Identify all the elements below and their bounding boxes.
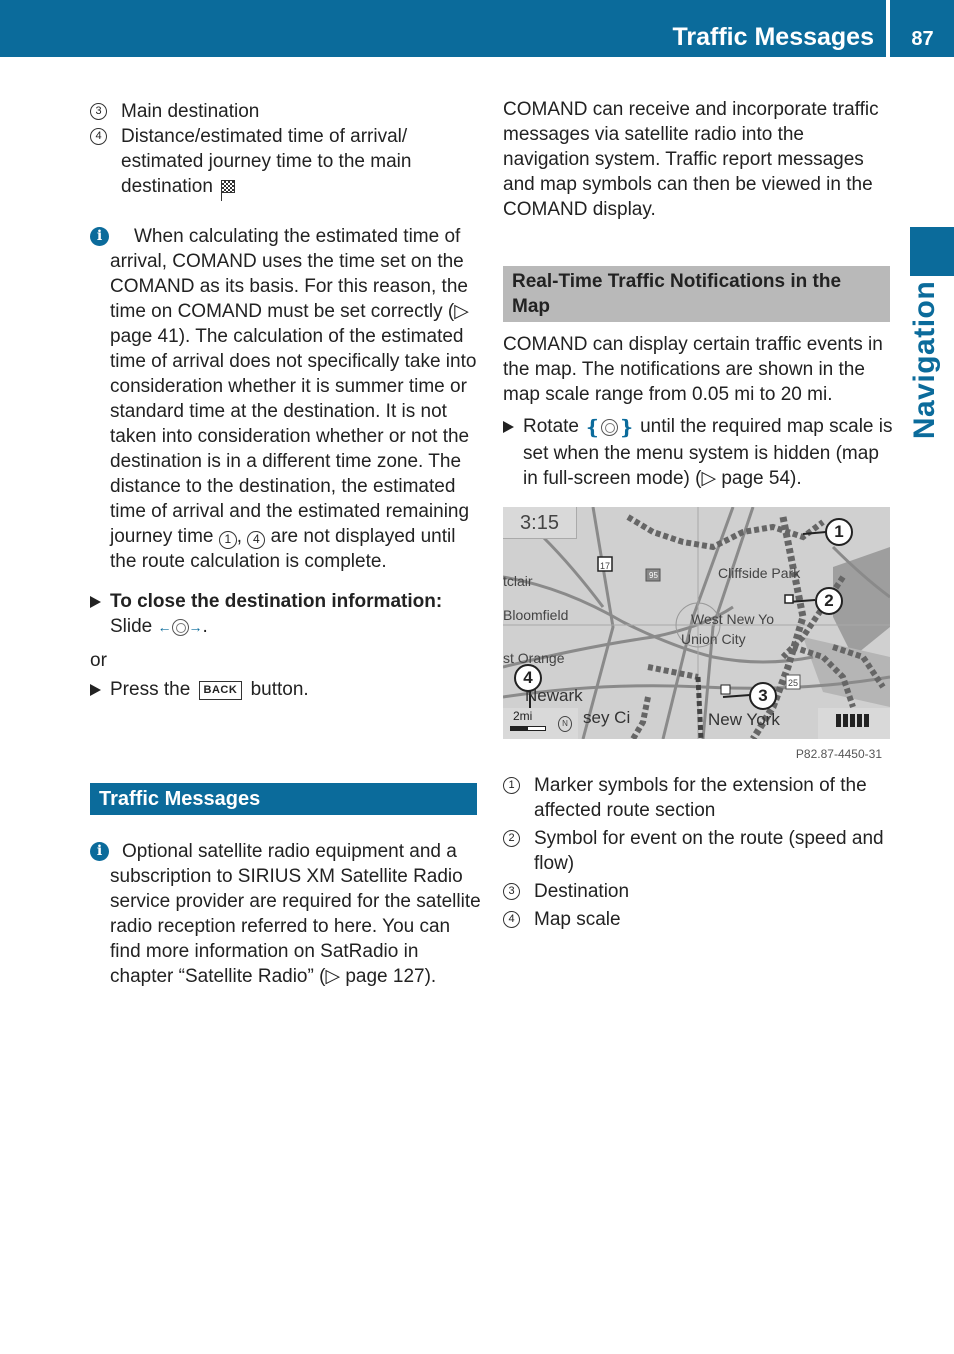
map-screenshot: 3:15 tclair Bloomfield st Orange Newark … [503, 507, 890, 739]
map-label-cliffside-park: Cliffside Park [718, 565, 801, 581]
map-callout-3: 3 [749, 682, 777, 710]
page-ref-arrow: ▷ [454, 301, 469, 322]
section-heading-traffic-messages: Traffic Messages [90, 783, 477, 815]
legend-item: 1 Marker symbols for the extension of th… [503, 773, 895, 823]
callout-number: 2 [503, 830, 520, 847]
step-arrow-icon [90, 596, 101, 608]
step-heading: To close the destination information: [110, 591, 443, 612]
step-text: Slide ← →. [110, 614, 482, 641]
right-column: COMAND can receive and incorporate traff… [503, 97, 895, 932]
chapter-tab-marker [910, 227, 954, 276]
map-label-route-17: 17 [600, 561, 611, 571]
rotate-controller-icon: ❴ ❵ [584, 417, 635, 439]
step-arrow-icon [90, 684, 101, 696]
page-ref-arrow: ▷ [325, 966, 341, 987]
callout-number: 1 [218, 531, 237, 549]
map-label-route-25: 25 [788, 678, 799, 688]
map-callout-1: 1 [825, 518, 853, 546]
legend-item: 3 Destination [503, 879, 895, 904]
legend-text: Main destination [121, 101, 260, 122]
legend-text: Symbol for event on the route (speed and… [534, 828, 884, 874]
map-label-route-95: 95 [649, 571, 658, 580]
map-scale-bar [510, 726, 546, 731]
intro-paragraph: COMAND can receive and incorporate traff… [503, 99, 879, 220]
map-label-new-york: New York [708, 710, 780, 729]
legend-item: 2 Symbol for event on the route (speed a… [503, 826, 895, 876]
left-column: 3 Main destination 4 Distance/estimated … [90, 99, 482, 702]
chapter-tab: Navigation [905, 281, 945, 439]
legend-text: Marker symbols for the extension of the … [534, 775, 867, 821]
map-callout-4: 4 [514, 664, 542, 692]
or-text: or [90, 650, 107, 671]
map-label-jersey-city: sey Ci [583, 708, 631, 727]
header-title: Traffic Messages [672, 23, 875, 51]
legend-text: Destination [534, 881, 630, 902]
legend-item: 3 Main destination [90, 99, 482, 124]
map-label-west-new-york: West New Yo [691, 611, 775, 627]
legend-text: Map scale [534, 909, 621, 930]
header-divider [886, 0, 890, 57]
instruction-step: Press the BACK button. [90, 677, 482, 702]
legend-item: 4 Map scale [503, 907, 895, 932]
instruction-step: To close the destination information: Sl… [90, 589, 482, 641]
callout-number: 4 [90, 128, 107, 145]
figure-id: P82.87-4450-31 [795, 747, 882, 761]
chapter-tab-label: Navigation [908, 280, 941, 440]
info-icon: i [90, 227, 109, 246]
map-label-east-orange: st Orange [503, 650, 565, 666]
map-legend: 1 Marker symbols for the extension of th… [503, 773, 895, 932]
map-clock: 3:15 [503, 507, 577, 539]
info-icon: i [90, 842, 109, 861]
section-heading-real-time-traffic: Real-Time Traffic Notifications in the M… [503, 266, 890, 322]
page-reference-link[interactable]: page 41 [110, 326, 179, 347]
page-reference-link[interactable]: page 127 [345, 966, 424, 987]
back-button-key: BACK [198, 681, 243, 700]
event-symbol [784, 594, 794, 604]
map-label-montclair: tclair [503, 573, 533, 589]
callout-number: 3 [503, 883, 520, 900]
legend-text: Distance/estimated time of arrival/ esti… [121, 126, 412, 197]
map-label-union-city: Union City [681, 631, 746, 647]
checkered-flag-icon [220, 180, 235, 201]
callout-number: 4 [503, 911, 520, 928]
compass-icon: N [558, 716, 572, 732]
page-header: Traffic Messages 87 [0, 0, 954, 57]
info-note: i Optional satellite radio equipment and… [90, 839, 482, 989]
info-text: When calculating the estimated time of a… [110, 226, 477, 572]
page-reference-link[interactable]: page 54 [721, 468, 790, 489]
callout-number: 4 [247, 531, 266, 549]
map-label-bloomfield: Bloomfield [503, 607, 569, 623]
destination-flag [720, 684, 731, 695]
instruction-step: Rotate ❴ ❵ until the required map scale i… [503, 414, 895, 491]
map-scale-label: 2mi [513, 709, 533, 723]
slide-controller-icon: ← → [157, 619, 203, 636]
map-callout-2: 2 [815, 587, 843, 615]
callout-number: 1 [503, 777, 520, 794]
left-column-lower: i Optional satellite radio equipment and… [90, 839, 482, 989]
info-text: Optional satellite radio equipment and a… [110, 841, 481, 987]
info-note: i When calculating the estimated time of… [90, 224, 482, 574]
body-paragraph: COMAND can display certain traffic event… [503, 334, 883, 405]
page-number: 87 [911, 28, 934, 50]
page-ref-arrow: ▷ [701, 468, 717, 489]
step-arrow-icon [503, 421, 514, 433]
legend-item: 4 Distance/estimated time of arrival/ es… [90, 124, 482, 201]
signal-strength-icon [836, 714, 869, 727]
callout-number: 3 [90, 103, 107, 120]
